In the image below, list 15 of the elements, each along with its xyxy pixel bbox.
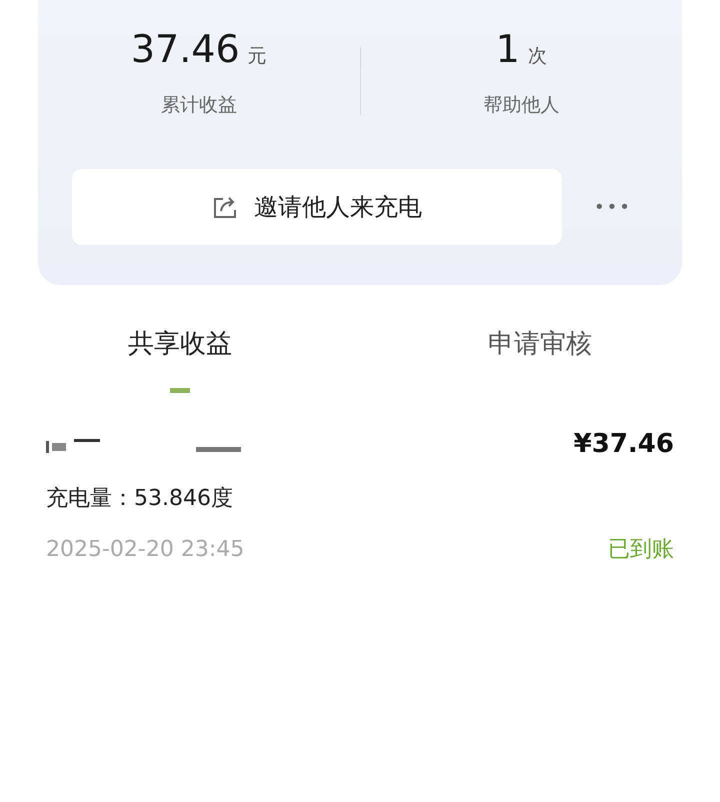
time-text: 2025-02-20 23:45 [46, 536, 244, 564]
tab[interactable]: 申请审核 [488, 325, 592, 364]
amount-text: ¥37.46 [574, 428, 674, 461]
stat-value: 1 [496, 30, 520, 68]
status-text: 已到账 [608, 536, 674, 564]
stat-value: 37.46 [130, 30, 240, 68]
stat-label: 帮助他人 [483, 92, 560, 118]
stat-label: 累计收益 [160, 92, 237, 118]
tab[interactable]: 共享收益 [128, 325, 232, 364]
invite-button[interactable]: 邀请他人来充电 [72, 169, 562, 245]
stat-unit: 次 [528, 44, 547, 69]
energy-text: 充电量：53.846度 [46, 485, 234, 513]
stat-unit: 元 [248, 44, 267, 69]
tab-indicator [170, 388, 190, 393]
more-button[interactable]: ••• [594, 194, 632, 220]
